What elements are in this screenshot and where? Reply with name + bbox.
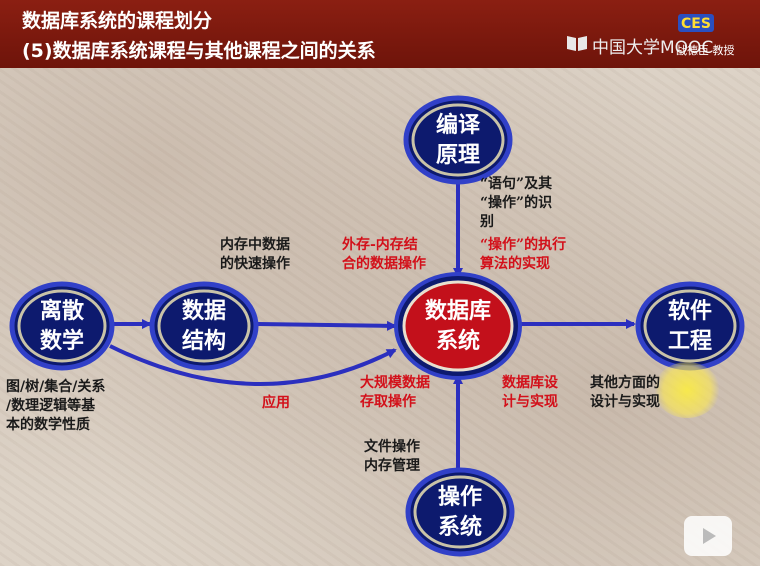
- node-discrete-label: 离散 数学: [39, 298, 84, 354]
- label-math-properties: 图/树/集合/关系 /数理逻辑等基 本的数学性质: [6, 379, 106, 433]
- arrow-datastruct-to-database: [257, 320, 397, 331]
- label-compiler-recognition: “语句”及其 “操作”的识 别: [480, 176, 553, 230]
- label-db-design: 数据库设 计与实现: [502, 375, 558, 410]
- play-icon: [703, 528, 716, 544]
- cursor-highlight: [654, 362, 720, 418]
- diagram-canvas: [9, 95, 745, 557]
- label-memory-ops: 内存中数据 的快速操作: [220, 237, 290, 272]
- node-software-label: 软件 工程: [667, 298, 712, 354]
- play-button[interactable]: [684, 516, 732, 556]
- label-os-functions: 文件操作 内存管理: [364, 439, 420, 474]
- label-apply: 应用: [262, 395, 290, 411]
- node-os-label: 操作 系统: [437, 484, 482, 540]
- label-compiler-execution: “操作”的执行 算法的实现: [480, 237, 567, 272]
- node-compiler-label: 编译 原理: [435, 112, 480, 168]
- node-database-label: 数据库 系统: [424, 298, 491, 354]
- node-datastruct-label: 数据 结构: [181, 298, 226, 354]
- arrow-discrete-to-database: [109, 344, 397, 386]
- label-external-memory: 外存-内存结 合的数据操作: [342, 237, 426, 272]
- label-other-design: 其他方面的 设计与实现: [590, 375, 660, 410]
- label-bigdata-access: 大规模数据 存取操作: [360, 375, 430, 410]
